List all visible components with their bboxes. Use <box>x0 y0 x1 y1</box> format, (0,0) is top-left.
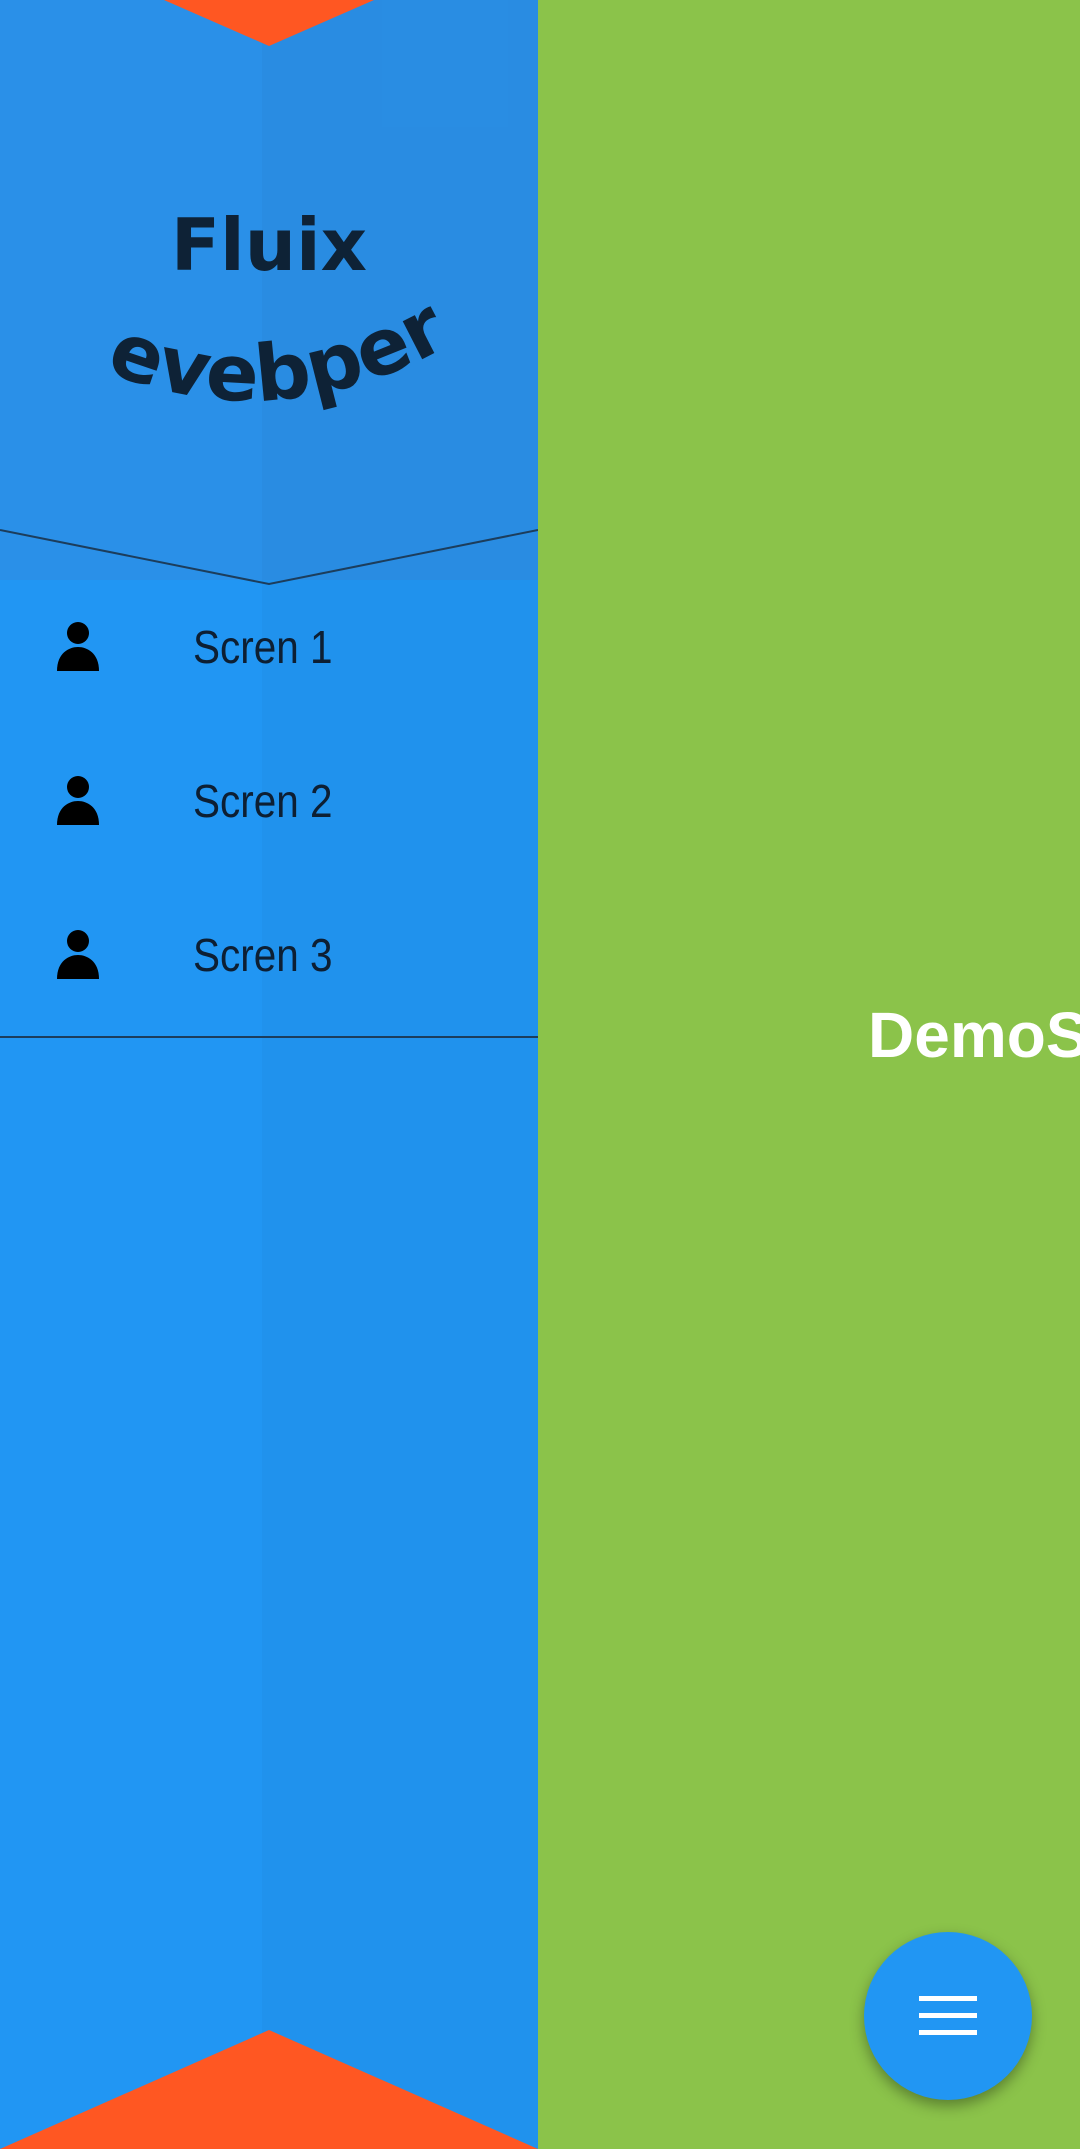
menu-item-screen-2[interactable]: Scren 2 <box>0 724 538 878</box>
menu-item-label: Scren 3 <box>193 929 333 981</box>
bottom-notch-decoration <box>0 2030 538 2149</box>
menu-icon <box>919 1996 977 2036</box>
app-logo: Fluix Devebpers <box>0 190 460 420</box>
person-icon <box>57 622 99 671</box>
menu-divider <box>0 1036 538 1038</box>
menu-item-screen-1[interactable]: Scren 1 <box>0 570 538 724</box>
menu-item-label: Scren 2 <box>193 775 333 827</box>
menu-fab-button[interactable] <box>864 1932 1032 2100</box>
menu-item-screen-3[interactable]: Scren 3 <box>0 878 538 1032</box>
page-title: DemoS <box>868 999 1080 1071</box>
drawer-menu: Scren 1 Scren 2 Scren 3 <box>0 570 538 1032</box>
navigation-drawer: Fluix Devebpers Scren 1 Scren 2 <box>0 0 538 2149</box>
menu-item-label: Scren 1 <box>193 621 333 673</box>
person-icon <box>57 776 99 825</box>
person-icon <box>57 930 99 979</box>
logo-line-1: Fluix <box>171 203 367 287</box>
top-notch-decoration <box>164 0 374 46</box>
